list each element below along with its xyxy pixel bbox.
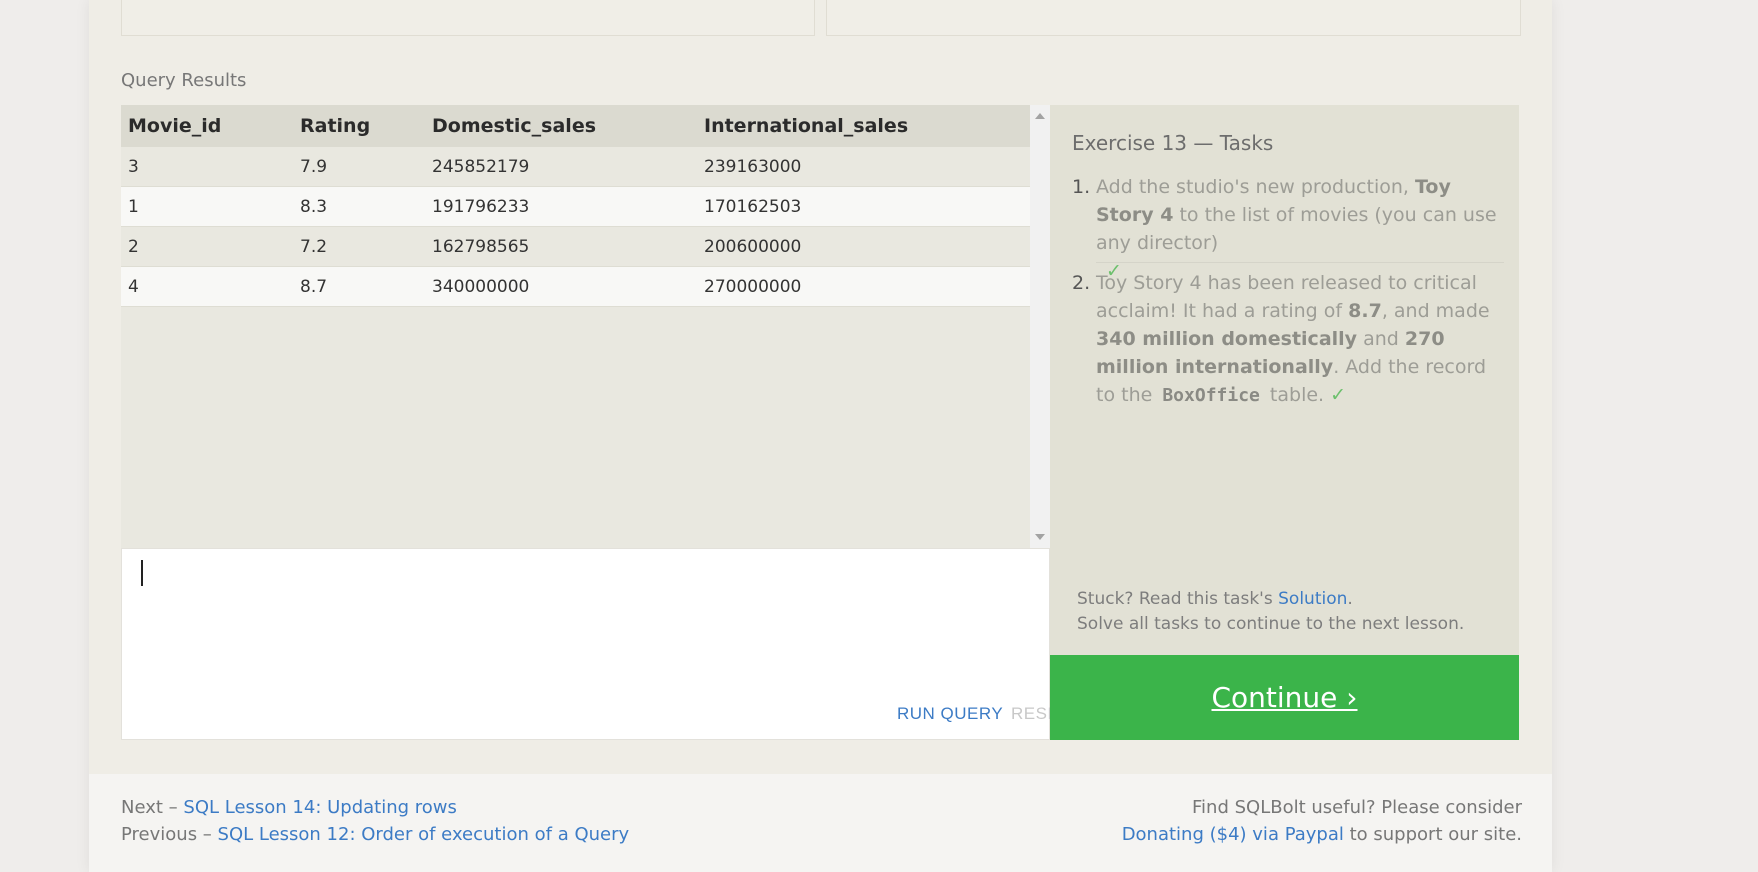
table-header-row: Movie_id Rating Domestic_sales Internati…: [121, 105, 1030, 147]
table-row: 3 7.9 245852179 239163000: [121, 147, 1030, 187]
task-number: 2.: [1072, 272, 1091, 294]
scroll-up-arrow-icon[interactable]: [1035, 113, 1045, 119]
continue-button[interactable]: Continue ›: [1050, 655, 1519, 740]
task-item-2: 2. Toy Story 4 has been released to crit…: [1072, 269, 1502, 410]
useful-text: Find SQLBolt useful? Please consider: [1192, 797, 1522, 818]
table-cell: 4: [121, 266, 293, 307]
scroll-down-arrow-icon[interactable]: [1035, 534, 1045, 540]
next-lesson-link[interactable]: SQL Lesson 14: Updating rows: [183, 797, 457, 818]
query-results-table: Movie_id Rating Domestic_sales Internati…: [121, 105, 1030, 307]
solution-link[interactable]: Solution: [1278, 589, 1347, 609]
table-cell: 340000000: [425, 266, 697, 307]
stuck-text-end: .: [1347, 589, 1353, 609]
column-header: Rating: [293, 105, 425, 147]
task-divider: [1096, 262, 1504, 263]
top-left-panel: [121, 0, 815, 36]
task-text: and: [1357, 328, 1405, 350]
table-cell: 245852179: [425, 147, 697, 187]
table-cell: 170162503: [697, 186, 1030, 227]
sql-query-editor[interactable]: RUN QUERY RESET: [121, 548, 1070, 740]
column-header: Movie_id: [121, 105, 293, 147]
table-row: 2 7.2 162798565 200600000: [121, 226, 1030, 267]
table-row: 1 8.3 191796233 170162503: [121, 186, 1030, 227]
table-name-code: BoxOffice: [1162, 385, 1260, 406]
lesson-page: Query Results Movie_id Rating Domestic_s…: [89, 0, 1552, 872]
table-cell: 7.9: [293, 147, 425, 187]
table-cell: 200600000: [697, 226, 1030, 267]
table-cell: 239163000: [697, 147, 1030, 187]
table-cell: 2: [121, 226, 293, 267]
tasks-panel: Exercise 13 — Tasks 1. Add the studio's …: [1050, 105, 1519, 655]
table-cell: 8.7: [293, 266, 425, 307]
stuck-text: Stuck? Read this task's: [1077, 589, 1279, 609]
next-prefix: Next –: [121, 797, 184, 818]
text-cursor: [141, 560, 143, 586]
stuck-hint: Stuck? Read this task's Solution. Solve …: [1077, 587, 1464, 637]
results-scrollbar[interactable]: [1030, 105, 1050, 548]
table-row: 4 8.7 340000000 270000000: [121, 266, 1030, 307]
footer: Next – SQL Lesson 14: Updating rows Prev…: [89, 774, 1552, 872]
tasks-title: Exercise 13 — Tasks: [1072, 131, 1274, 155]
task-text: , and made: [1381, 300, 1490, 322]
query-results-heading: Query Results: [121, 70, 247, 91]
donation-message: Find SQLBolt useful? Please consider Don…: [1122, 794, 1522, 848]
task-number: 1.: [1072, 176, 1091, 198]
top-right-panel: [826, 0, 1521, 36]
table-cell: 270000000: [697, 266, 1030, 307]
checkmark-icon: ✓: [1330, 384, 1347, 406]
query-results-table-container: Movie_id Rating Domestic_sales Internati…: [121, 105, 1030, 548]
table-cell: 3: [121, 147, 293, 187]
table-cell: 191796233: [425, 186, 697, 227]
table-cell: 162798565: [425, 226, 697, 267]
previous-lesson-link[interactable]: SQL Lesson 12: Order of execution of a Q…: [218, 824, 630, 845]
task-text: Add the studio's new production,: [1096, 176, 1415, 198]
table-cell: 7.2: [293, 226, 425, 267]
task-bold-text: 340 million domestically: [1096, 328, 1358, 350]
table-cell: 8.3: [293, 186, 425, 227]
donate-suffix: to support our site.: [1343, 824, 1522, 845]
column-header: Domestic_sales: [425, 105, 697, 147]
lesson-navigation: Next – SQL Lesson 14: Updating rows Prev…: [121, 794, 629, 848]
previous-prefix: Previous –: [121, 824, 218, 845]
task-text: table.: [1263, 384, 1325, 406]
task-bold-text: 8.7: [1348, 300, 1382, 322]
solve-all-text: Solve all tasks to continue to the next …: [1077, 614, 1465, 634]
column-header: International_sales: [697, 105, 1030, 147]
donate-link[interactable]: Donating ($4) via Paypal: [1122, 824, 1344, 845]
table-cell: 1: [121, 186, 293, 227]
run-query-button[interactable]: RUN QUERY: [897, 704, 1003, 724]
